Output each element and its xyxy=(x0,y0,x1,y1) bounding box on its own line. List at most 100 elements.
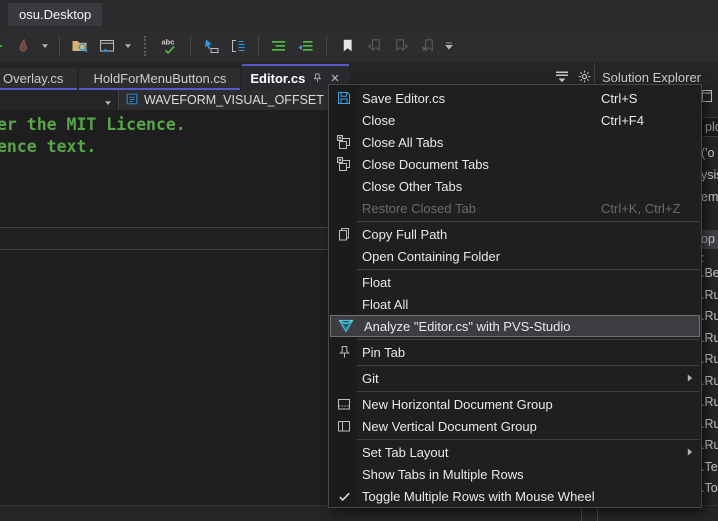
menu-item-label: Save Editor.cs xyxy=(359,91,601,106)
bookmark-icon[interactable] xyxy=(335,34,359,58)
menu-item-float[interactable]: Float xyxy=(329,271,701,293)
folder-search-icon[interactable] xyxy=(68,34,92,58)
dropdown-chevron-icon[interactable] xyxy=(39,34,51,58)
tree-item-fragment[interactable]: .Te xyxy=(701,460,718,474)
select-pointer-icon[interactable] xyxy=(199,34,223,58)
menu-item-restore-closed-tab: Restore Closed TabCtrl+K, Ctrl+Z xyxy=(329,197,701,219)
menu-item-label: Git xyxy=(359,371,701,386)
menu-item-label: Pin Tab xyxy=(359,345,701,360)
tree-item-fragment[interactable]: .Ru xyxy=(701,331,718,345)
tab-label: Editor.cs xyxy=(250,71,305,86)
tab-context-menu: Save Editor.csCtrl+SCloseCtrl+F4Close Al… xyxy=(328,84,702,508)
bookmark-clear-icon[interactable] xyxy=(416,34,440,58)
tree-item-fragment[interactable]: .Ru xyxy=(701,288,718,302)
menu-item-close-other-tabs[interactable]: Close Other Tabs xyxy=(329,175,701,197)
svg-text:abc: abc xyxy=(162,38,175,47)
tab-well-controls xyxy=(554,68,592,84)
menu-item-close[interactable]: CloseCtrl+F4 xyxy=(329,109,701,131)
menu-item-label: Close Document Tabs xyxy=(359,157,701,172)
pin-tab-icon[interactable] xyxy=(311,72,323,84)
menu-item-close-all-tabs[interactable]: Close All Tabs xyxy=(329,131,701,153)
partial-green-icon[interactable] xyxy=(0,34,9,58)
startup-project-selector[interactable]: osu.Desktop xyxy=(8,3,102,26)
toolbar-grip[interactable] xyxy=(144,36,148,56)
tree-item-fragment[interactable]: .Be xyxy=(701,266,718,280)
menu-item-label: Close Other Tabs xyxy=(359,179,701,194)
menu-separator xyxy=(357,439,699,440)
menu-shortcut: Ctrl+F4 xyxy=(601,113,701,128)
menu-item-analyze-editor-cs-with-pvs-studio[interactable]: Analyze "Editor.cs" with PVS-Studio xyxy=(330,315,700,337)
main-toolbar: abc xyxy=(0,29,718,62)
menu-item-label: Float All xyxy=(359,297,701,312)
menu-item-toggle-multiple-rows-with-mouse-wheel[interactable]: Toggle Multiple Rows with Mouse Wheel xyxy=(329,485,701,507)
horizontal-group-icon xyxy=(329,396,359,412)
dropdown-chevron-icon[interactable] xyxy=(122,34,134,58)
menu-item-new-vertical-document-group[interactable]: New Vertical Document Group xyxy=(329,415,701,437)
menu-item-copy-full-path[interactable]: Copy Full Path xyxy=(329,223,701,245)
vertical-group-icon xyxy=(329,418,359,434)
toolbar-separator xyxy=(258,36,259,56)
submenu-arrow-icon xyxy=(683,371,697,388)
menu-item-label: Close xyxy=(359,113,601,128)
tab-label: Overlay.cs xyxy=(3,71,63,86)
tree-item-fragment[interactable]: .Ru xyxy=(701,438,718,452)
menu-separator xyxy=(357,221,699,222)
toolbar-separator xyxy=(59,36,60,56)
settings-gear-icon[interactable] xyxy=(576,68,592,84)
menu-item-pin-tab[interactable]: Pin Tab xyxy=(329,341,701,363)
save-icon xyxy=(329,90,359,106)
tree-item-fragment[interactable]: .Ru xyxy=(701,374,718,388)
document-tab-overlay-cs[interactable]: Overlay.cs xyxy=(0,68,77,90)
tree-item-fragment[interactable]: em xyxy=(701,190,718,204)
menu-item-new-horizontal-document-group[interactable]: New Horizontal Document Group xyxy=(329,393,701,415)
menu-item-label: Open Containing Folder xyxy=(359,249,701,264)
close-document-tabs-icon xyxy=(329,156,359,172)
solution-search-input[interactable]: plo xyxy=(700,117,718,137)
bookmark-next-icon[interactable] xyxy=(389,34,413,58)
close-tab-icon[interactable] xyxy=(329,72,341,84)
menu-item-label: Close All Tabs xyxy=(359,135,701,150)
overflow-chevron-icon[interactable] xyxy=(443,34,455,58)
menu-item-label: Show Tabs in Multiple Rows xyxy=(359,467,701,482)
se-toolbar-partial-icon[interactable] xyxy=(714,88,718,109)
format-selection-icon[interactable] xyxy=(294,34,318,58)
type-dropdown[interactable] xyxy=(0,90,118,110)
menu-item-label: Restore Closed Tab xyxy=(359,201,601,216)
close-all-tabs-icon xyxy=(329,134,359,150)
menu-shortcut: Ctrl+K, Ctrl+Z xyxy=(601,201,701,216)
copy-path-icon xyxy=(329,226,359,242)
menu-item-close-document-tabs[interactable]: Close Document Tabs xyxy=(329,153,701,175)
tree-item-fragment[interactable]: .To xyxy=(701,481,718,495)
spell-check-icon[interactable]: abc xyxy=(158,34,182,58)
tree-item-fragment[interactable]: ('o xyxy=(701,146,715,160)
toolbar-separator xyxy=(326,36,327,56)
tree-item-fragment[interactable]: .To xyxy=(701,503,718,505)
member-dropdown-label: WAVEFORM_VISUAL_OFFSET xyxy=(144,93,324,107)
element-list-icon[interactable] xyxy=(226,34,250,58)
check-icon xyxy=(329,489,359,504)
pvs-studio-icon xyxy=(331,318,361,334)
tree-item-fragment[interactable]: ysis xyxy=(701,168,718,182)
menu-item-show-tabs-in-multiple-rows[interactable]: Show Tabs in Multiple Rows xyxy=(329,463,701,485)
menu-shortcut: Ctrl+S xyxy=(601,91,701,106)
menu-separator xyxy=(357,269,699,270)
menu-item-label: Copy Full Path xyxy=(359,227,701,242)
tree-item-fragment[interactable]: .Ru xyxy=(701,417,718,431)
bookmark-previous-icon[interactable] xyxy=(362,34,386,58)
menu-item-git[interactable]: Git xyxy=(329,367,701,389)
solution-explorer-title: Solution Explorer xyxy=(602,70,701,85)
tree-item-fragment[interactable]: .Ru xyxy=(701,309,718,323)
hot-reload-flame-icon[interactable] xyxy=(12,34,36,58)
format-document-icon[interactable] xyxy=(267,34,291,58)
menu-item-open-containing-folder[interactable]: Open Containing Folder xyxy=(329,245,701,267)
menu-item-save-editor-cs[interactable]: Save Editor.csCtrl+S xyxy=(329,87,701,109)
tab-list-icon[interactable] xyxy=(554,68,570,84)
visual-studio-window: osu.Desktop abc Overlay.cs HoldForMenuBut… xyxy=(0,0,718,521)
window-home-icon[interactable] xyxy=(95,34,119,58)
document-tab-holdformenubutton-cs[interactable]: HoldForMenuButton.cs xyxy=(79,68,240,90)
menu-item-float-all[interactable]: Float All xyxy=(329,293,701,315)
tree-item-fragment[interactable]: .Ru xyxy=(701,395,718,409)
tree-item-fragment[interactable]: .Ru xyxy=(701,352,718,366)
menu-item-set-tab-layout[interactable]: Set Tab Layout xyxy=(329,441,701,463)
pin-icon xyxy=(329,344,359,360)
